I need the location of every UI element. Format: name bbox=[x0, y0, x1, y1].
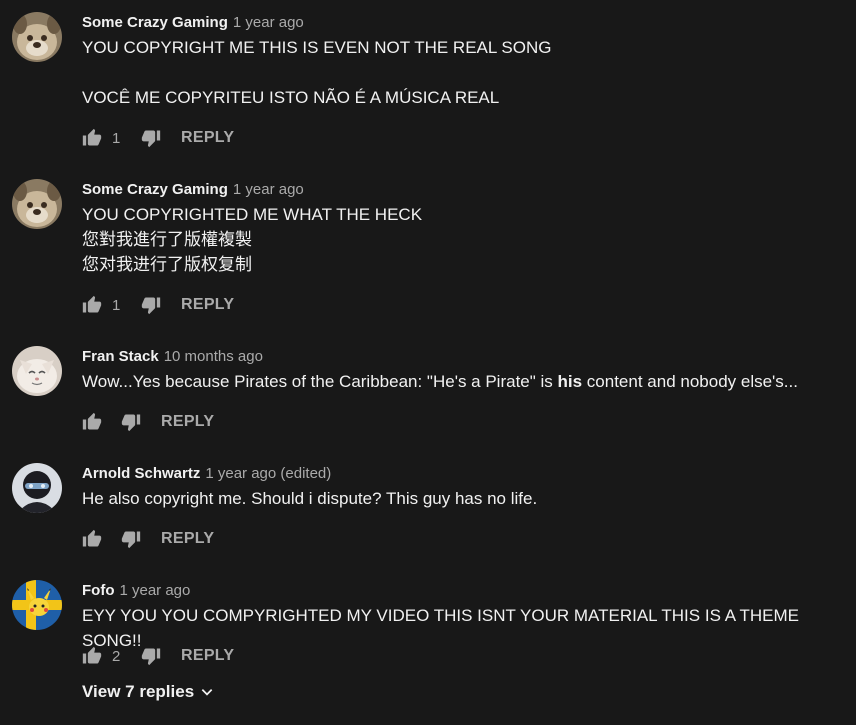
dog-avatar-icon bbox=[12, 179, 62, 229]
thumbs-up-icon[interactable] bbox=[82, 295, 102, 315]
author-name[interactable]: Some Crazy Gaming bbox=[82, 181, 228, 198]
author-name[interactable]: Arnold Schwartz bbox=[82, 465, 200, 482]
thumbs-down-icon[interactable] bbox=[141, 646, 161, 666]
comment-text-bold: his bbox=[557, 372, 583, 391]
comment-timestamp[interactable]: 1 year ago bbox=[233, 181, 304, 198]
comment-line: 您对我进行了版权复制 bbox=[82, 255, 252, 274]
thumbs-up-icon[interactable] bbox=[82, 646, 102, 666]
view-replies-label: View 7 replies bbox=[82, 682, 195, 701]
like-count: 1 bbox=[112, 296, 121, 314]
comment-actions: 1 REPLY bbox=[82, 293, 234, 317]
comment-line: YOU COPYRIGHTED ME WHAT THE HECK bbox=[82, 205, 423, 224]
comment-line: He also copyright me. Should i dispute? … bbox=[82, 489, 538, 508]
comment-actions: REPLY bbox=[82, 527, 214, 551]
comment-timestamp[interactable]: 1 year ago bbox=[119, 582, 190, 599]
avatar[interactable] bbox=[12, 580, 62, 630]
pikachu-flag-avatar-icon bbox=[12, 580, 62, 630]
comment-line: VOCÊ ME COPYRITEU ISTO NÃO É A MÚSICA RE… bbox=[82, 88, 500, 107]
comment-actions: 2 REPLY bbox=[82, 644, 234, 668]
comment-line: YOU COPYRIGHT ME THIS IS EVEN NOT THE RE… bbox=[82, 38, 552, 57]
comment-timestamp[interactable]: 10 months ago bbox=[164, 348, 263, 365]
comment-timestamp[interactable]: 1 year ago bbox=[233, 14, 304, 31]
comment-text: YOU COPYRIGHT ME THIS IS EVEN NOT THE RE… bbox=[82, 35, 852, 110]
avatar[interactable] bbox=[12, 179, 62, 229]
dog-avatar-icon bbox=[12, 12, 62, 62]
cat-avatar-icon bbox=[12, 346, 62, 396]
reply-button[interactable]: REPLY bbox=[181, 647, 234, 665]
like-count: 1 bbox=[112, 129, 121, 147]
thumbs-up-icon[interactable] bbox=[82, 128, 102, 148]
comment-header: Fofo 1 year ago bbox=[82, 580, 190, 602]
thumbs-down-icon[interactable] bbox=[121, 412, 141, 432]
comment-line: 您對我進行了版權複製 bbox=[82, 230, 252, 249]
thumbs-down-icon[interactable] bbox=[121, 529, 141, 549]
comment-timestamp[interactable]: 1 year ago (edited) bbox=[205, 465, 331, 482]
avatar[interactable] bbox=[12, 346, 62, 396]
chevron-down-icon bbox=[201, 689, 213, 696]
thumbs-down-icon[interactable] bbox=[141, 295, 161, 315]
comment-text-part: content and nobody else's... bbox=[582, 372, 798, 391]
comment-actions: REPLY bbox=[82, 410, 214, 434]
reply-button[interactable]: REPLY bbox=[161, 413, 214, 431]
comment-header: Some Crazy Gaming 1 year ago bbox=[82, 179, 304, 201]
author-name[interactable]: Some Crazy Gaming bbox=[82, 14, 228, 31]
like-count: 2 bbox=[112, 647, 121, 665]
reply-button[interactable]: REPLY bbox=[161, 530, 214, 548]
comment-header: Some Crazy Gaming 1 year ago bbox=[82, 12, 304, 34]
thumbs-up-icon[interactable] bbox=[82, 529, 102, 549]
thumbs-up-icon[interactable] bbox=[82, 412, 102, 432]
author-name[interactable]: Fran Stack bbox=[82, 348, 159, 365]
comment-text: Wow...Yes because Pirates of the Caribbe… bbox=[82, 369, 852, 394]
comment-text-part: Wow...Yes because Pirates of the Caribbe… bbox=[82, 372, 558, 391]
comment-header: Arnold Schwartz 1 year ago (edited) bbox=[82, 463, 331, 485]
avatar[interactable] bbox=[12, 12, 62, 62]
reply-button[interactable]: REPLY bbox=[181, 296, 234, 314]
masked-person-avatar-icon bbox=[12, 463, 62, 513]
avatar[interactable] bbox=[12, 463, 62, 513]
view-replies-button[interactable]: View 7 replies bbox=[82, 680, 214, 704]
reply-button[interactable]: REPLY bbox=[181, 129, 234, 147]
comment-text: He also copyright me. Should i dispute? … bbox=[82, 486, 852, 511]
comment-text: YOU COPYRIGHTED ME WHAT THE HECK 您對我進行了版… bbox=[82, 202, 852, 277]
comment-header: Fran Stack 10 months ago bbox=[82, 346, 263, 368]
comment-actions: 1 REPLY bbox=[82, 126, 234, 150]
author-name[interactable]: Fofo bbox=[82, 582, 114, 599]
thumbs-down-icon[interactable] bbox=[141, 128, 161, 148]
